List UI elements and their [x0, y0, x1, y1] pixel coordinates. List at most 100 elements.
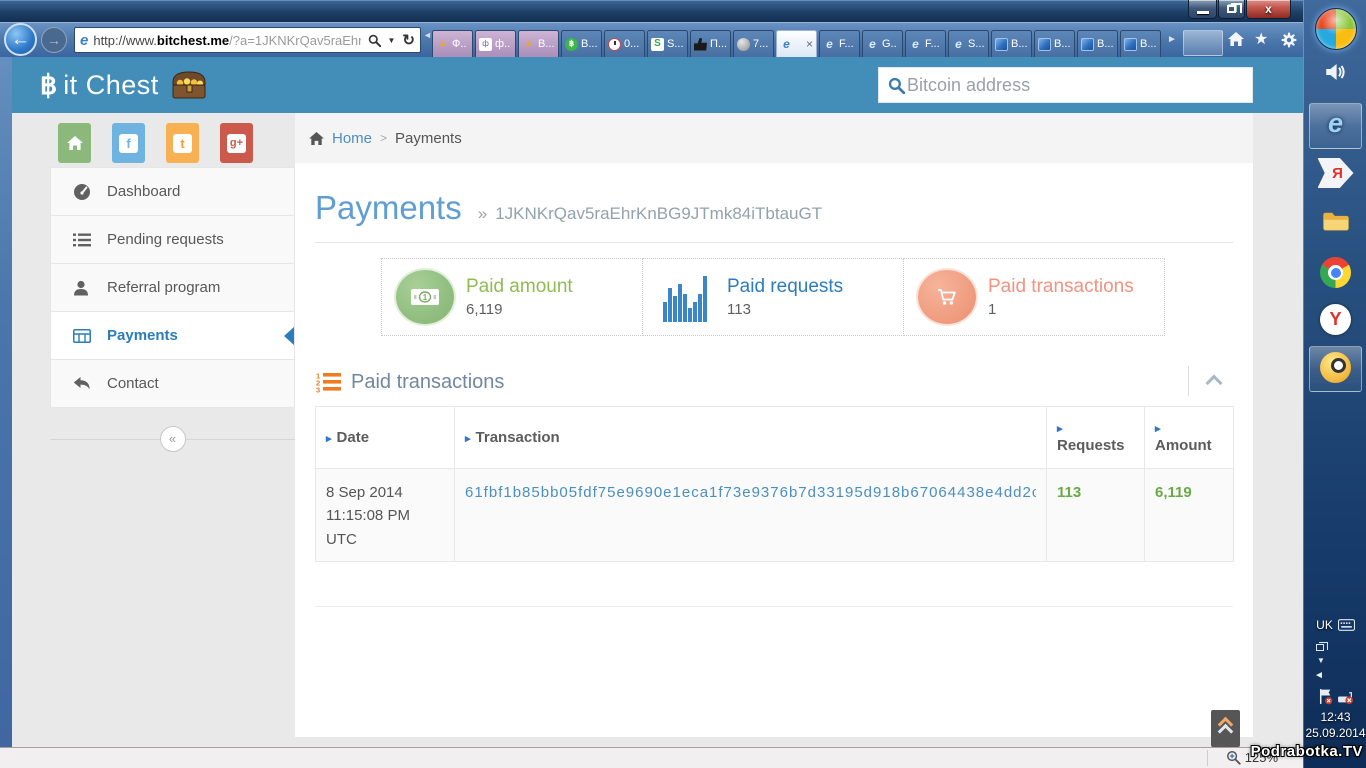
favicon-coin-icon [737, 38, 750, 51]
language-indicator[interactable]: UK [1304, 618, 1366, 632]
settings-icon[interactable] [1281, 32, 1297, 53]
sort-caret-icon: ▸ [465, 433, 471, 445]
browser-tab[interactable]: 0... [604, 30, 645, 57]
browser-tab[interactable]: ▲В... [518, 30, 559, 57]
cell-transaction: 61fbf1b85bb05fdf75e9690e1eca1f73e9376b7d… [455, 469, 1047, 562]
browser-tab[interactable]: B... [1034, 30, 1075, 57]
sidebar-item-referral-program[interactable]: Referral program [50, 263, 295, 312]
chevron-up-icon[interactable] [1205, 372, 1221, 388]
close-button[interactable]: x [1246, 0, 1291, 19]
social-googleplus-button[interactable]: g+ [220, 123, 253, 163]
transaction-link[interactable]: 61fbf1b85bb05fdf75e9690e1eca1f73e9376b7d… [465, 481, 1036, 504]
action-center-flag-icon[interactable] [1318, 688, 1333, 705]
social-twitter-button[interactable]: t [166, 123, 199, 163]
browser-tab[interactable]: eF... [905, 30, 946, 57]
zoom-magnifier-icon [1226, 750, 1241, 765]
column-requests[interactable]: ▸Requests [1047, 407, 1145, 469]
bitcoin-search-input[interactable] [907, 75, 1253, 96]
page-title: Payments [315, 189, 462, 227]
browser-tab[interactable]: П... [690, 30, 731, 57]
taskbar-explorer-button[interactable] [1304, 210, 1366, 232]
browser-tab[interactable]: eG.. [862, 30, 903, 57]
date[interactable]: 25.09.2014 [1304, 726, 1366, 740]
taskbar-yandex-browser-button[interactable]: Я [1304, 158, 1366, 188]
restore-windows-icon[interactable] [1316, 644, 1324, 651]
sidebar-item-contact[interactable]: Contact [50, 359, 295, 408]
stat-cards: 1 Paid amount 6,119 [381, 258, 1167, 336]
tab-close-icon[interactable]: × [806, 38, 813, 50]
tray-caret-icon[interactable]: ▼ [1317, 656, 1325, 665]
dashboard-gauge-icon [73, 183, 95, 201]
sidebar-collapse-row: « [50, 426, 295, 452]
cart-icon [918, 270, 976, 324]
yandex-browser-icon: Я [1318, 158, 1354, 188]
page-body: f t g+ Dashboard Pending requests [12, 113, 1303, 747]
house-icon [67, 136, 83, 150]
browser-tab[interactable]: eS... [948, 30, 989, 57]
browser-tab[interactable]: ฿B... [561, 30, 602, 57]
site-logo[interactable]: ฿ it Chest [40, 57, 209, 113]
favicon-pyramid-icon: ▲ [522, 38, 535, 51]
bitcoin-symbol: ฿ [40, 70, 57, 101]
back-button[interactable]: ← [4, 23, 37, 56]
page-viewport: ฿ it Chest [12, 57, 1303, 747]
browser-tab[interactable]: eF... [819, 30, 860, 57]
reply-arrow-icon [73, 376, 95, 391]
social-facebook-button[interactable]: f [112, 123, 145, 163]
bitcoin-search[interactable] [878, 67, 1253, 103]
start-button[interactable] [1304, 8, 1366, 50]
social-home-button[interactable] [58, 123, 91, 163]
tab-scroll-left-icon[interactable]: ◄ [423, 30, 432, 40]
breadcrumb-home-link[interactable]: Home [332, 130, 372, 147]
minimize-button[interactable] [1188, 0, 1217, 19]
browser-tab[interactable]: B... [1077, 30, 1118, 57]
titlebar[interactable]: x [0, 0, 1303, 22]
browser-tab-active[interactable]: e× [776, 30, 817, 57]
tab-overflow-icon[interactable]: ► [1167, 34, 1177, 45]
back-to-top-button[interactable] [1211, 710, 1240, 747]
taskbar-yandex-button[interactable]: Y [1304, 304, 1366, 335]
browser-tab[interactable]: SS... [647, 30, 688, 57]
favicon-pyramid-icon: ▲ [436, 38, 449, 51]
sidebar-item-pending-requests[interactable]: Pending requests [50, 215, 295, 264]
divider [1207, 750, 1208, 766]
search-icon[interactable] [368, 34, 381, 47]
browser-tab[interactable]: ▲Ф.. [432, 30, 473, 57]
url-text: http://www.bitchest.me/?a=1JKNKrQav5raEh… [93, 33, 360, 48]
sort-caret-icon: ▸ [1057, 422, 1139, 435]
network-disconnected-icon[interactable] [1337, 688, 1354, 705]
search-icon [888, 77, 905, 94]
column-transaction[interactable]: ▸Transaction [455, 407, 1047, 469]
sidebar-item-payments[interactable]: Payments [50, 311, 295, 360]
column-amount[interactable]: ▸Amount [1145, 407, 1234, 469]
home-icon[interactable] [1228, 32, 1244, 51]
taskbar-ie-button[interactable]: e [1304, 108, 1366, 139]
address-bar[interactable]: e http://www.bitchest.me/?a=1JKNKrQav5ra… [74, 27, 421, 53]
volume-mixer-button[interactable] [1304, 62, 1366, 82]
divider [1188, 366, 1189, 396]
address-dropdown-icon[interactable]: ▼ [388, 36, 396, 45]
stat-label: Paid transactions [988, 276, 1134, 298]
forward-button[interactable]: → [41, 27, 67, 53]
taskbar-qip-button[interactable] [1304, 352, 1366, 383]
favorites-icon[interactable]: ★ [1254, 32, 1268, 48]
refresh-icon[interactable]: ↻ [402, 31, 415, 49]
table-header-row: ▸Date ▸Transaction ▸Requests ▸Amount [316, 407, 1234, 469]
sidebar-collapse-button[interactable]: « [160, 426, 186, 452]
taskbar-chrome-button[interactable] [1304, 257, 1366, 288]
favicon-doc-icon: ф [479, 38, 492, 51]
sidebar-item-dashboard[interactable]: Dashboard [50, 167, 295, 216]
qip-icon [1320, 352, 1351, 383]
tray-expand-icon[interactable]: ◄ [1314, 670, 1324, 681]
column-date[interactable]: ▸Date [316, 407, 455, 469]
clock[interactable]: 12:43 [1304, 710, 1366, 724]
browser-tab[interactable]: B... [1120, 30, 1161, 57]
restore-button[interactable] [1218, 0, 1245, 19]
status-bar: 125% [0, 747, 1303, 768]
browser-tab[interactable]: B... [991, 30, 1032, 57]
browser-tab[interactable]: фф.. [475, 30, 516, 57]
stat-paid-transactions: Paid transactions 1 [903, 258, 1165, 336]
favicon-cube-icon [1038, 38, 1051, 51]
new-tab-button[interactable] [1183, 30, 1223, 56]
browser-tab[interactable]: 7... [733, 30, 774, 57]
